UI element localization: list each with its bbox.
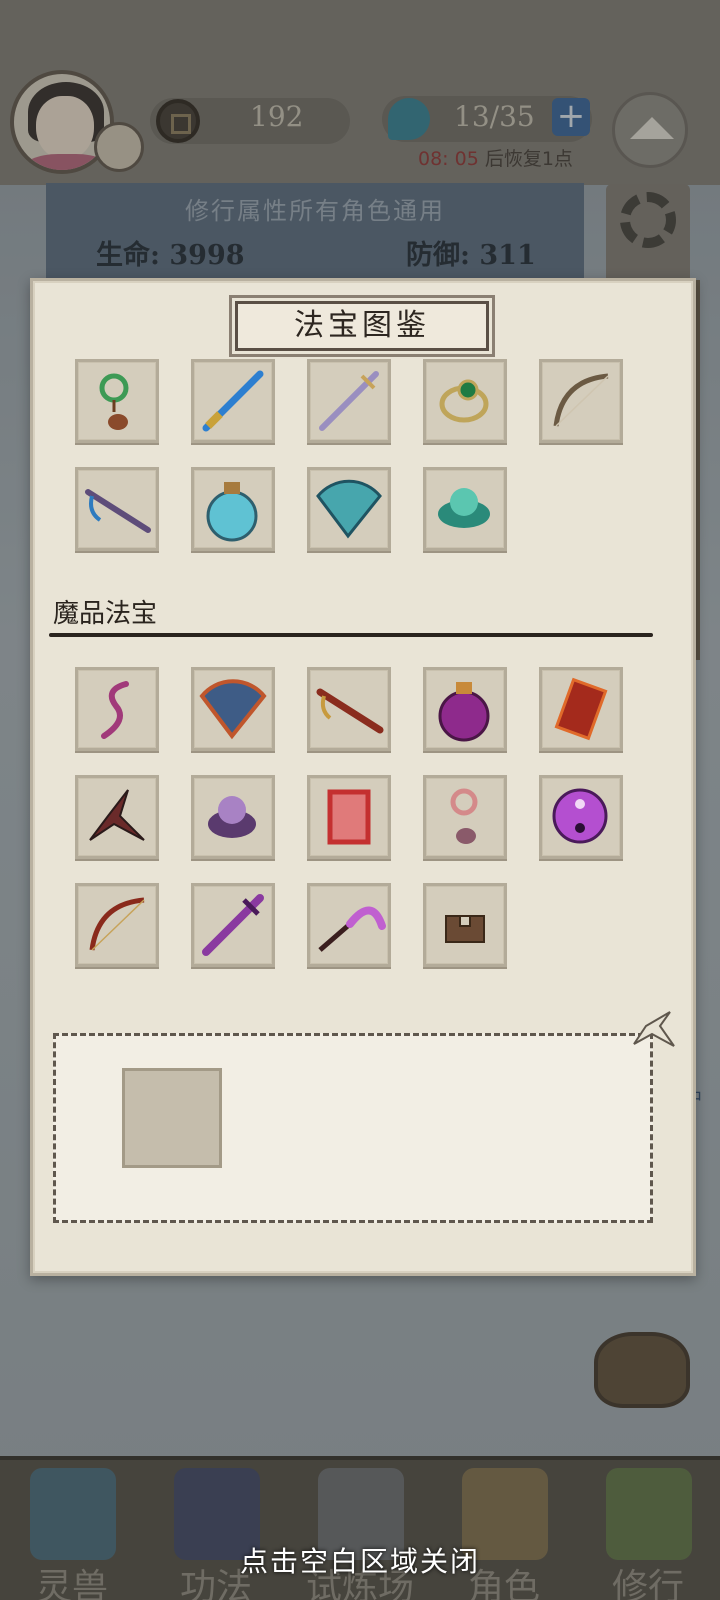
seal-icon — [445, 915, 485, 943]
shuriken-corner-icon — [633, 1011, 675, 1047]
flute-icon — [85, 489, 151, 533]
treasure-slot[interactable] — [191, 775, 275, 859]
treasure-slot[interactable] — [307, 667, 391, 751]
blue-sword-icon — [202, 370, 264, 432]
treasure-slot[interactable] — [191, 883, 275, 967]
treasure-slot[interactable] — [539, 667, 623, 751]
jade-pendant-icon — [99, 373, 129, 430]
treasure-slot[interactable] — [307, 775, 391, 859]
treasure-slot[interactable] — [75, 667, 159, 751]
purple-sword-icon — [202, 894, 264, 956]
red-flute-icon — [316, 688, 384, 734]
red-bow-icon — [89, 897, 145, 951]
modal-title: 法宝图鉴 — [232, 298, 492, 354]
section-label: 魔品法宝 — [53, 599, 158, 629]
red-fan-icon — [199, 679, 267, 740]
treasure-codex-modal: 法宝图鉴 魔品法宝 — [30, 278, 696, 1276]
brush-icon — [318, 906, 386, 952]
bow-icon — [553, 373, 609, 427]
treasure-slot[interactable] — [307, 467, 391, 551]
treasure-slot[interactable] — [423, 467, 507, 551]
treasure-slot[interactable] — [75, 775, 159, 859]
lotus-icon — [438, 488, 490, 528]
treasure-slot[interactable] — [423, 359, 507, 443]
treasure-slot[interactable] — [423, 775, 507, 859]
treasure-slot[interactable] — [423, 883, 507, 967]
tassel-knot-icon — [101, 681, 129, 739]
teal-fan-icon — [316, 479, 382, 539]
treasure-slot[interactable] — [75, 359, 159, 443]
section-divider — [49, 633, 653, 637]
green-ring-icon — [439, 379, 489, 423]
pink-pendant-icon — [450, 788, 478, 844]
talisman-icon — [554, 677, 608, 741]
treasure-slot[interactable] — [75, 467, 159, 551]
teal-potion-icon — [206, 482, 258, 542]
purple-lotus-icon — [208, 796, 256, 838]
treasure-slot[interactable] — [191, 667, 275, 751]
treasure-slot[interactable] — [539, 359, 623, 443]
red-scroll-icon — [327, 789, 371, 845]
purple-potion-icon — [438, 682, 490, 742]
treasure-slot[interactable] — [191, 467, 275, 551]
shuriken-icon — [89, 789, 145, 841]
close-hint: 点击空白区域关闭 — [239, 1545, 480, 1578]
treasure-detail-panel — [53, 1011, 675, 1223]
silver-sword-icon — [319, 371, 379, 431]
treasure-slot[interactable] — [75, 883, 159, 967]
treasure-slot[interactable] — [423, 667, 507, 751]
treasure-slot[interactable] — [191, 359, 275, 443]
selected-treasure-slot — [122, 1068, 222, 1168]
yinyang-icon — [552, 788, 608, 844]
treasure-slot[interactable] — [307, 359, 391, 443]
treasure-slot[interactable] — [539, 775, 623, 859]
treasure-slot[interactable] — [307, 883, 391, 967]
